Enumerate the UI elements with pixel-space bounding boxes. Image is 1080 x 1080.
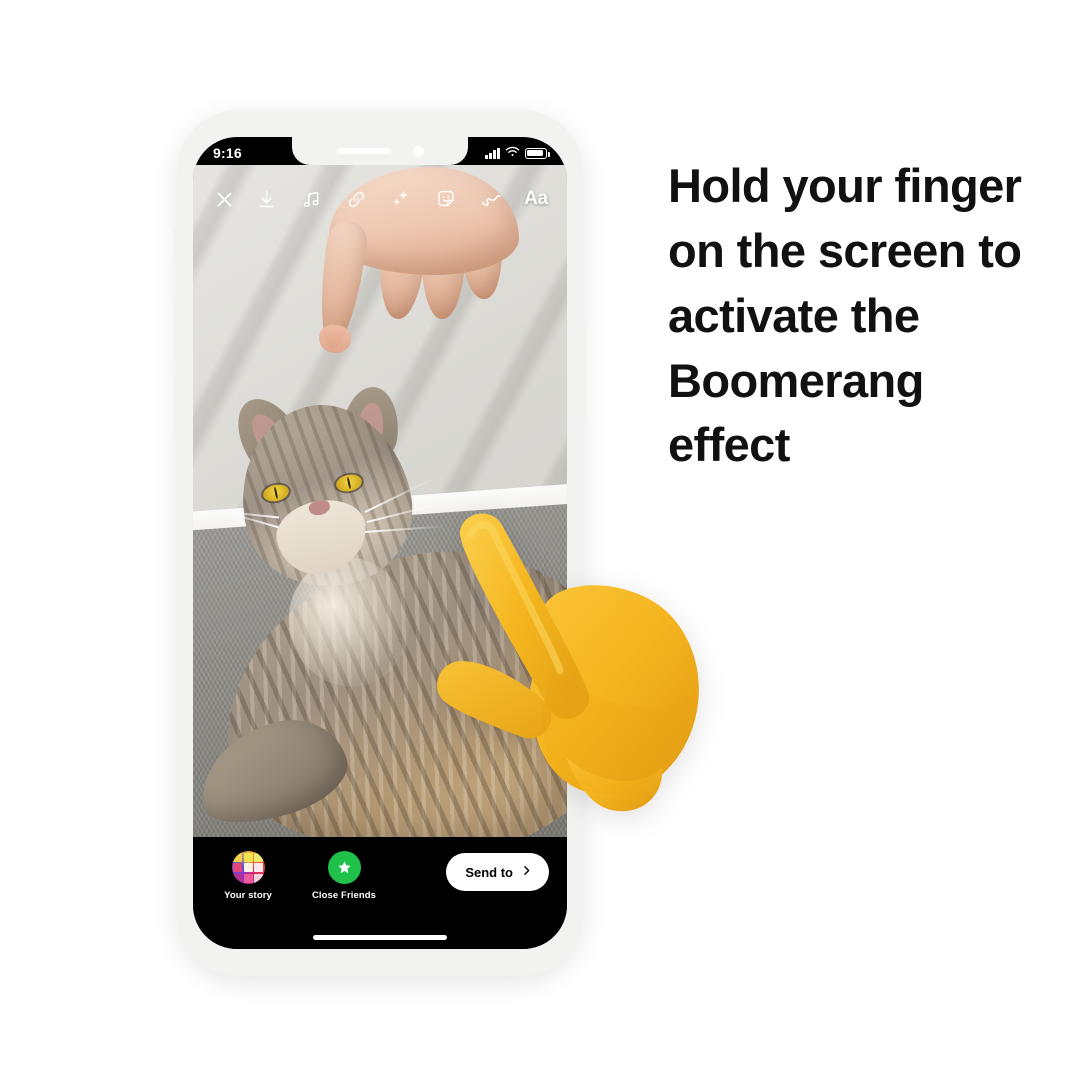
wifi-icon [505, 144, 520, 162]
share-bar: Your story Close Friends Send to [193, 837, 567, 949]
phone-notch [292, 137, 468, 165]
close-friends-icon [327, 851, 361, 884]
front-camera [412, 145, 424, 157]
save-icon[interactable] [253, 186, 279, 212]
phone-power-button[interactable] [581, 326, 587, 418]
draw-icon[interactable] [478, 186, 504, 212]
text-icon[interactable]: Aa [523, 186, 549, 212]
chevron-right-icon [520, 864, 533, 880]
point-up-hand-emoji [430, 495, 730, 825]
home-indicator [313, 935, 447, 940]
close-icon[interactable] [211, 186, 237, 212]
share-option-close-friends[interactable]: Close Friends [307, 851, 381, 901]
send-to-label: Send to [465, 864, 513, 880]
link-icon[interactable] [343, 186, 369, 212]
tool-icon-group: Aa [253, 186, 549, 212]
effects-icon[interactable] [388, 186, 414, 212]
battery-icon [525, 147, 550, 159]
phone-silent-switch[interactable] [173, 228, 179, 262]
sticker-icon[interactable] [433, 186, 459, 212]
status-time: 9:16 [213, 145, 242, 161]
cellular-signal-icon [485, 147, 500, 159]
earpiece-speaker [336, 148, 391, 154]
phone-volume-up-button[interactable] [173, 298, 179, 360]
share-option-label: Close Friends [311, 890, 377, 901]
send-to-button[interactable]: Send to [446, 853, 549, 891]
story-options: Your story Close Friends [211, 851, 381, 901]
story-editor-toolbar: Aa [193, 177, 567, 221]
status-icons [485, 144, 550, 162]
poster-canvas: Aa Your story Close Friends Send to 9:16… [0, 0, 1080, 1080]
page-title: Hold your finger on the screen to activa… [668, 159, 1022, 472]
phone-volume-down-button[interactable] [173, 376, 179, 438]
music-icon[interactable] [298, 186, 324, 212]
your-story-icon [231, 851, 265, 884]
share-option-your-story[interactable]: Your story [211, 851, 285, 901]
share-option-label: Your story [224, 890, 272, 901]
star-icon [337, 861, 351, 874]
